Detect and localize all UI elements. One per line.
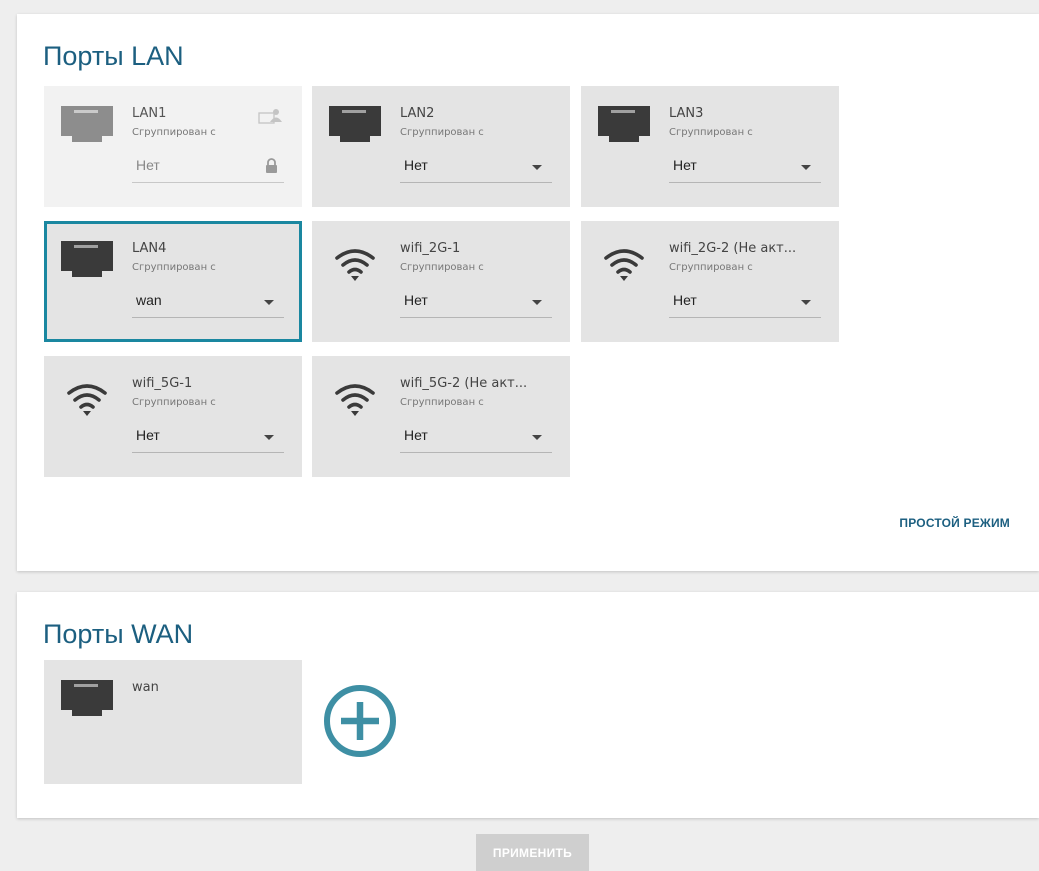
group-select: Нет — [132, 149, 284, 183]
group-select-value: Нет — [136, 427, 160, 443]
grouped-with-label: Сгруппирован с — [400, 127, 484, 138]
lan-ports-panel: Порты LAN LAN1 Сгруппирован с Нет LAN2 С — [17, 14, 1039, 571]
grouped-with-label: Сгруппирован с — [132, 397, 216, 408]
group-select[interactable]: Нет — [132, 419, 284, 453]
port-card-lan2[interactable]: LAN2 Сгруппирован с Нет — [312, 86, 570, 207]
ethernet-port-icon — [598, 106, 650, 142]
grouped-with-label: Сгруппирован с — [400, 397, 484, 408]
group-select[interactable]: wan — [132, 284, 284, 318]
user-icon — [258, 109, 282, 124]
port-card-lan1: LAN1 Сгруппирован с Нет — [44, 86, 302, 207]
add-wan-port-button[interactable] — [321, 682, 399, 760]
ethernet-port-icon — [329, 106, 381, 142]
ethernet-port-icon — [61, 241, 113, 277]
port-card-wifi-2g-2[interactable]: wifi_2G-2 (Не акт... Сгруппирован с Нет — [581, 221, 839, 342]
port-name: LAN2 — [400, 106, 435, 121]
caret-down-icon — [264, 435, 274, 440]
group-select-value: wan — [136, 292, 162, 308]
group-select-value: Нет — [404, 157, 428, 173]
port-card-wifi-2g-1[interactable]: wifi_2G-1 Сгруппирован с Нет — [312, 221, 570, 342]
port-name: wifi_5G-1 — [132, 376, 193, 391]
port-name: LAN3 — [669, 106, 704, 121]
caret-down-icon — [801, 300, 811, 305]
wan-section-title: Порты WAN — [43, 619, 194, 649]
grouped-with-label: Сгруппирован с — [132, 262, 216, 273]
lan-section-title: Порты LAN — [43, 41, 184, 71]
port-card-lan4[interactable]: LAN4 Сгруппирован с wan — [44, 221, 302, 342]
port-name: wifi_2G-2 (Не акт... — [669, 241, 797, 256]
group-select-value: Нет — [404, 427, 428, 443]
caret-down-icon — [264, 300, 274, 305]
lock-icon — [266, 158, 277, 173]
port-card-lan3[interactable]: LAN3 Сгруппирован с Нет — [581, 86, 839, 207]
grouped-with-label: Сгруппирован с — [132, 127, 216, 138]
group-select[interactable]: Нет — [400, 284, 552, 318]
simple-mode-link[interactable]: ПРОСТОЙ РЕЖИМ — [899, 516, 1010, 530]
port-name: LAN4 — [132, 241, 167, 256]
wifi-icon — [335, 384, 375, 416]
ethernet-port-icon — [61, 106, 113, 142]
group-select-value: Нет — [673, 157, 697, 173]
port-card-wifi-5g-1[interactable]: wifi_5G-1 Сгруппирован с Нет — [44, 356, 302, 477]
caret-down-icon — [532, 165, 542, 170]
caret-down-icon — [532, 300, 542, 305]
group-select-value: Нет — [404, 292, 428, 308]
caret-down-icon — [801, 165, 811, 170]
wan-ports-panel: Порты WAN wan — [17, 592, 1039, 818]
port-card-wan[interactable]: wan — [44, 660, 302, 784]
port-name: wifi_5G-2 (Не акт... — [400, 376, 528, 391]
group-select[interactable]: Нет — [669, 284, 821, 318]
port-card-wifi-5g-2[interactable]: wifi_5G-2 (Не акт... Сгруппирован с Нет — [312, 356, 570, 477]
group-select[interactable]: Нет — [400, 149, 552, 183]
grouped-with-label: Сгруппирован с — [669, 262, 753, 273]
grouped-with-label: Сгруппирован с — [669, 127, 753, 138]
grouped-with-label: Сгруппирован с — [400, 262, 484, 273]
group-select[interactable]: Нет — [400, 419, 552, 453]
port-name: wan — [132, 680, 159, 695]
wifi-icon — [604, 249, 644, 281]
port-name: LAN1 — [132, 106, 167, 121]
wifi-icon — [335, 249, 375, 281]
group-select-value: Нет — [673, 292, 697, 308]
caret-down-icon — [532, 435, 542, 440]
wifi-icon — [67, 384, 107, 416]
group-select-value: Нет — [136, 157, 160, 173]
apply-button[interactable]: ПРИМЕНИТЬ — [476, 834, 589, 871]
port-name: wifi_2G-1 — [400, 241, 461, 256]
group-select[interactable]: Нет — [669, 149, 821, 183]
ethernet-port-icon — [61, 680, 113, 716]
